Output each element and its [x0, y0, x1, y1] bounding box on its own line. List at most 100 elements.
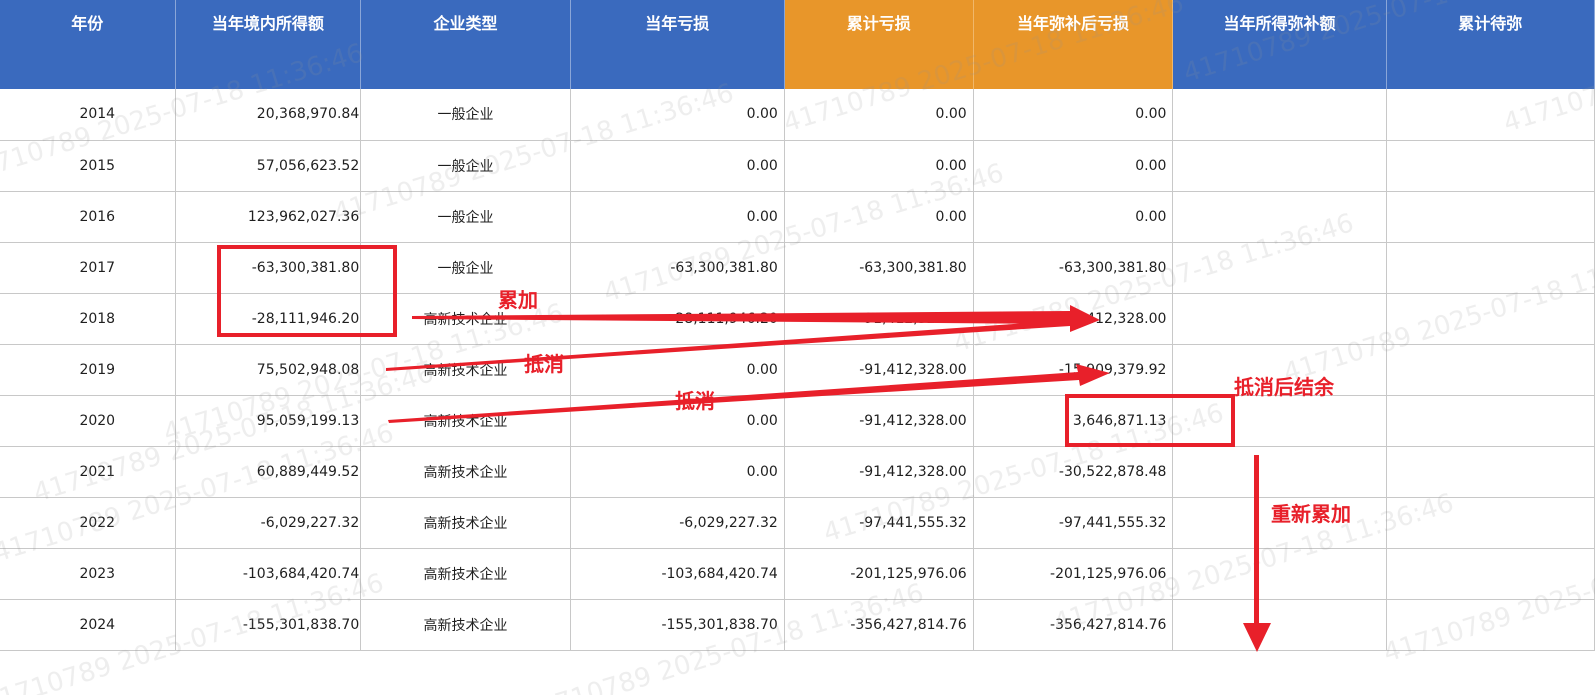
cell-year[interactable]: 2019 [0, 344, 176, 396]
cell-offset-amount[interactable] [1172, 599, 1387, 651]
cell-current-loss[interactable]: -6,029,227.32 [570, 497, 785, 549]
cell-cumulative-loss[interactable]: -91,412,328.00 [784, 344, 974, 396]
cell-offset-amount[interactable] [1172, 395, 1387, 447]
table-row: 2021 60,889,449.52 高新技术企业 0.00 -91,412,328.0… [0, 446, 1595, 498]
cell-loss-after-offset[interactable]: -63,300,381.80 [973, 242, 1174, 294]
cell-year[interactable]: 2017 [0, 242, 176, 294]
cell-domestic-income[interactable]: 75,502,948.08 [175, 344, 362, 396]
cell-cumulative-pending[interactable] [1386, 446, 1595, 498]
header-offset-amount[interactable]: 当年所得弥补额 [1172, 0, 1387, 89]
cell-cumulative-loss[interactable]: 0.00 [784, 89, 974, 141]
cell-cumulative-pending[interactable] [1386, 497, 1595, 549]
cell-domestic-income[interactable]: -63,300,381.80 [175, 242, 362, 294]
cell-enterprise-type[interactable]: 一般企业 [360, 89, 571, 141]
cell-year[interactable]: 2015 [0, 140, 176, 192]
cell-cumulative-pending[interactable] [1386, 140, 1595, 192]
cell-cumulative-loss[interactable]: 0.00 [784, 191, 974, 243]
cell-enterprise-type[interactable]: 高新技术企业 [360, 446, 571, 498]
cell-enterprise-type[interactable]: 高新技术企业 [360, 344, 571, 396]
header-year[interactable]: 年份 [0, 0, 176, 89]
cell-cumulative-pending[interactable] [1386, 293, 1595, 345]
cell-cumulative-loss[interactable]: -91,412,328.00 [784, 293, 974, 345]
cell-current-loss[interactable]: 0.00 [570, 446, 785, 498]
cell-current-loss[interactable]: -63,300,381.80 [570, 242, 785, 294]
cell-cumulative-loss[interactable]: -63,300,381.80 [784, 242, 974, 294]
cell-cumulative-pending[interactable] [1386, 242, 1595, 294]
cell-offset-amount[interactable] [1172, 344, 1387, 396]
cell-current-loss[interactable]: 0.00 [570, 344, 785, 396]
cell-cumulative-loss[interactable]: -97,441,555.32 [784, 497, 974, 549]
cell-year[interactable]: 2014 [0, 89, 176, 141]
header-loss-after-offset[interactable]: 当年弥补后亏损 [973, 0, 1174, 89]
cell-domestic-income[interactable]: -155,301,838.70 [175, 599, 362, 651]
cell-cumulative-loss[interactable]: 0.00 [784, 140, 974, 192]
cell-domestic-income[interactable]: 20,368,970.84 [175, 89, 362, 141]
cell-cumulative-pending[interactable] [1386, 89, 1595, 141]
cell-domestic-income[interactable]: 60,889,449.52 [175, 446, 362, 498]
header-cumulative-pending[interactable]: 累计待弥 [1386, 0, 1595, 89]
cell-domestic-income[interactable]: -103,684,420.74 [175, 548, 362, 600]
cell-year[interactable]: 2018 [0, 293, 176, 345]
cell-offset-amount[interactable] [1172, 293, 1387, 345]
cell-year[interactable]: 2021 [0, 446, 176, 498]
cell-loss-after-offset[interactable]: 0.00 [973, 140, 1174, 192]
cell-enterprise-type[interactable]: 一般企业 [360, 140, 571, 192]
cell-offset-amount[interactable] [1172, 191, 1387, 243]
cell-year[interactable]: 2022 [0, 497, 176, 549]
cell-offset-amount[interactable] [1172, 548, 1387, 600]
header-current-loss[interactable]: 当年亏损 [570, 0, 785, 89]
cell-loss-after-offset[interactable]: 0.00 [973, 191, 1174, 243]
cell-cumulative-pending[interactable] [1386, 599, 1595, 651]
cell-domestic-income[interactable]: 123,962,027.36 [175, 191, 362, 243]
cell-enterprise-type[interactable]: 高新技术企业 [360, 548, 571, 600]
cell-loss-after-offset[interactable]: -15,909,379.92 [973, 344, 1174, 396]
header-cumulative-loss[interactable]: 累计亏损 [784, 0, 974, 89]
cell-loss-after-offset[interactable]: -30,522,878.48 [973, 446, 1174, 498]
cell-domestic-income[interactable]: -6,029,227.32 [175, 497, 362, 549]
cell-offset-amount[interactable] [1172, 242, 1387, 294]
cell-loss-after-offset[interactable]: -97,441,555.32 [973, 497, 1174, 549]
cell-current-loss[interactable]: 0.00 [570, 191, 785, 243]
cell-year[interactable]: 2023 [0, 548, 176, 600]
cell-domestic-income[interactable]: -28,111,946.20 [175, 293, 362, 345]
cell-offset-amount[interactable] [1172, 140, 1387, 192]
cell-offset-amount[interactable] [1172, 446, 1387, 498]
cell-loss-after-offset[interactable]: -91,412,328.00 [973, 293, 1174, 345]
cell-current-loss[interactable]: -155,301,838.70 [570, 599, 785, 651]
cell-enterprise-type[interactable]: 一般企业 [360, 242, 571, 294]
cell-current-loss[interactable]: -28,111,946.20 [570, 293, 785, 345]
cell-loss-after-offset[interactable]: -201,125,976.06 [973, 548, 1174, 600]
cell-cumulative-loss[interactable]: -201,125,976.06 [784, 548, 974, 600]
cell-current-loss[interactable]: 0.00 [570, 140, 785, 192]
table-row: 2019 75,502,948.08 高新技术企业 0.00 -91,412,328.0… [0, 344, 1595, 396]
cell-offset-amount[interactable] [1172, 497, 1387, 549]
cell-offset-amount[interactable] [1172, 89, 1387, 141]
table-row: 2015 57,056,623.52 一般企业 0.00 0.00 0.00 [0, 140, 1595, 192]
header-domestic-income[interactable]: 当年境内所得额 [175, 0, 362, 89]
cell-current-loss[interactable]: 0.00 [570, 89, 785, 141]
cell-enterprise-type[interactable]: 高新技术企业 [360, 599, 571, 651]
cell-cumulative-pending[interactable] [1386, 191, 1595, 243]
cell-loss-after-offset[interactable]: -356,427,814.76 [973, 599, 1174, 651]
cell-year[interactable]: 2024 [0, 599, 176, 651]
cell-enterprise-type[interactable]: 高新技术企业 [360, 293, 571, 345]
cell-cumulative-pending[interactable] [1386, 344, 1595, 396]
cell-current-loss[interactable]: 0.00 [570, 395, 785, 447]
cell-year[interactable]: 2020 [0, 395, 176, 447]
cell-year[interactable]: 2016 [0, 191, 176, 243]
cell-domestic-income[interactable]: 95,059,199.13 [175, 395, 362, 447]
cell-enterprise-type[interactable]: 高新技术企业 [360, 497, 571, 549]
table-row: 2016 123,962,027.36 一般企业 0.00 0.00 0.00 [0, 191, 1595, 243]
cell-cumulative-pending[interactable] [1386, 548, 1595, 600]
cell-current-loss[interactable]: -103,684,420.74 [570, 548, 785, 600]
cell-cumulative-loss[interactable]: -356,427,814.76 [784, 599, 974, 651]
cell-enterprise-type[interactable]: 高新技术企业 [360, 395, 571, 447]
cell-domestic-income[interactable]: 57,056,623.52 [175, 140, 362, 192]
cell-cumulative-pending[interactable] [1386, 395, 1595, 447]
cell-enterprise-type[interactable]: 一般企业 [360, 191, 571, 243]
header-enterprise-type[interactable]: 企业类型 [360, 0, 571, 89]
cell-cumulative-loss[interactable]: -91,412,328.00 [784, 395, 974, 447]
cell-loss-after-offset[interactable]: 0.00 [973, 89, 1174, 141]
cell-cumulative-loss[interactable]: -91,412,328.00 [784, 446, 974, 498]
cell-loss-after-offset[interactable]: 3,646,871.13 [973, 395, 1174, 447]
